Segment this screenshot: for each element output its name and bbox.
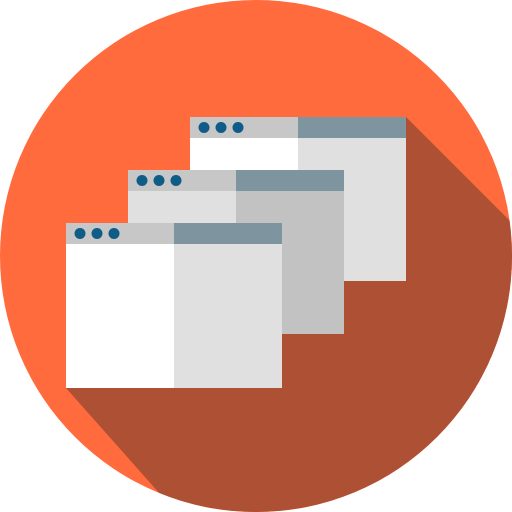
window-front-dot-2 (91, 228, 103, 239)
multiple-browser-windows-icon (0, 0, 512, 512)
window-front (66, 223, 282, 388)
window-front-titlebar-right (174, 223, 282, 244)
window-middle-dot-2 (153, 175, 165, 186)
window-back-dot-3 (232, 122, 244, 133)
window-back-dot-2 (215, 122, 227, 133)
window-front-right-pane (174, 244, 282, 388)
window-middle-titlebar-right (236, 170, 344, 191)
window-front-left-pane (66, 244, 174, 388)
window-front-dot-3 (108, 228, 120, 239)
window-middle-dot-1 (136, 175, 148, 186)
icon-stage (0, 0, 512, 512)
window-middle-dot-3 (170, 175, 182, 186)
window-back-dot-1 (198, 122, 210, 133)
window-front-dot-1 (74, 228, 86, 239)
window-back-titlebar-right (298, 117, 406, 138)
